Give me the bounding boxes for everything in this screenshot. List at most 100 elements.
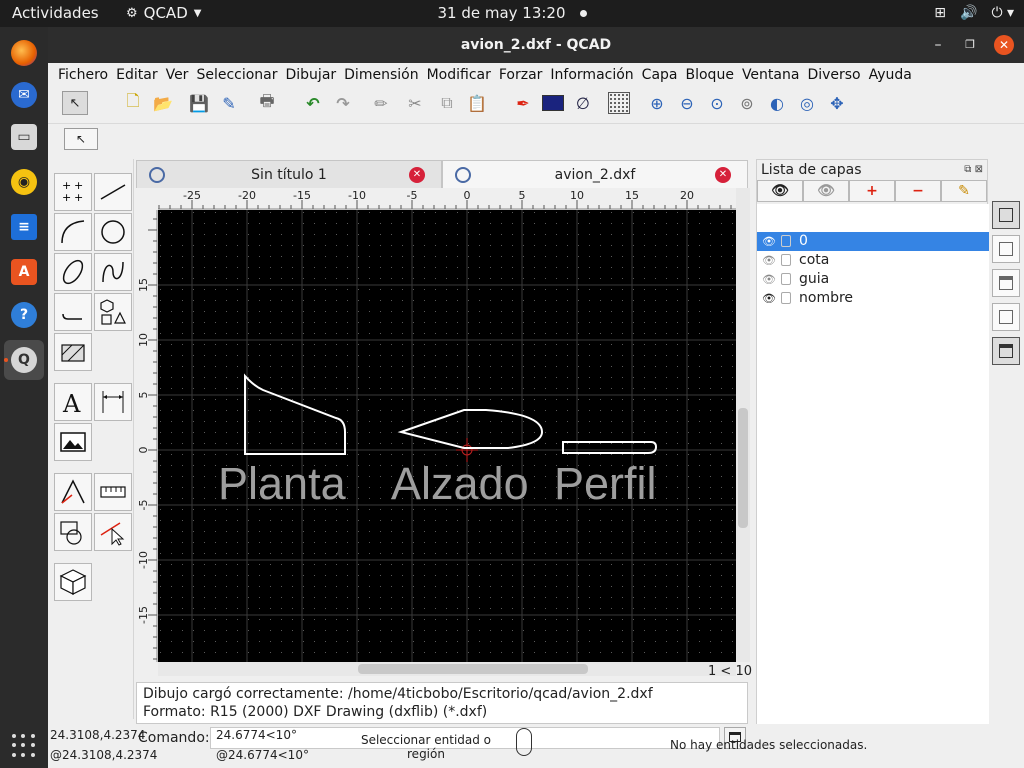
menu-seleccionar[interactable]: Seleccionar xyxy=(194,63,283,87)
menu-ayuda[interactable]: Ayuda xyxy=(867,63,918,87)
hatch-tool-button[interactable] xyxy=(54,333,92,371)
eye-icon[interactable]: 👁 xyxy=(761,232,777,251)
float-icon[interactable]: ⧉ xyxy=(964,164,971,175)
measure-tool-button[interactable] xyxy=(54,473,92,511)
zoom-auto-button[interactable]: ⊙ xyxy=(704,91,730,115)
new-file-button[interactable]: 🗋 xyxy=(120,91,146,115)
ellipse-tool-button[interactable] xyxy=(54,253,92,291)
menu-modificar[interactable]: Modificar xyxy=(425,63,497,87)
drawing-area[interactable]: Planta Alzado Perfil xyxy=(158,210,736,662)
polyline-tool-button[interactable] xyxy=(54,293,92,331)
print-button[interactable]: 🖶 xyxy=(254,91,280,115)
menu-editar[interactable]: Editar xyxy=(114,63,163,87)
dock-qcad[interactable]: Q xyxy=(4,340,44,380)
library-toggle-button[interactable] xyxy=(992,269,1020,297)
copy-button[interactable]: ⧉ xyxy=(434,91,460,115)
activities-button[interactable]: Actividades xyxy=(12,0,99,27)
line-type-button[interactable]: ∅ xyxy=(570,91,596,115)
menu-dimension[interactable]: Dimensión xyxy=(342,63,424,87)
command-toggle-button[interactable] xyxy=(992,337,1020,365)
system-tray[interactable]: ⊞ 🔊 ⏻ ▾ xyxy=(934,0,1014,27)
select-pointer-button[interactable]: ↖ xyxy=(62,91,88,115)
eye-icon[interactable]: 👁 xyxy=(761,289,777,308)
unlock-icon[interactable] xyxy=(781,292,791,304)
layer-row-nombre[interactable]: 👁 nombre xyxy=(757,289,989,308)
unlock-icon[interactable] xyxy=(781,273,791,285)
hide-all-layers-button[interactable]: 👁 xyxy=(803,180,849,202)
dock-thunderbird[interactable]: ✉ xyxy=(4,75,44,115)
close-tab-icon[interactable]: ✕ xyxy=(409,167,425,183)
open-file-button[interactable]: 📂 xyxy=(150,91,176,115)
block-tool-button[interactable] xyxy=(54,563,92,601)
properties-toggle-button[interactable] xyxy=(992,303,1020,331)
minimize-button[interactable]: – xyxy=(928,35,948,55)
arc-tool-button[interactable] xyxy=(54,213,92,251)
eye-icon[interactable]: 👁 xyxy=(761,270,777,289)
menu-informacion[interactable]: Información xyxy=(548,63,639,87)
close-tab-icon[interactable]: ✕ xyxy=(715,167,731,183)
modify-tool-button[interactable] xyxy=(54,513,92,551)
tab-avion-2[interactable]: avion_2.dxf ✕ xyxy=(442,160,748,188)
edit-layer-button[interactable]: ✎ xyxy=(941,180,987,202)
save-as-button[interactable]: ✎ xyxy=(216,91,242,115)
dock-help[interactable]: ? xyxy=(4,295,44,335)
menu-ver[interactable]: Ver xyxy=(164,63,195,87)
unlock-icon[interactable] xyxy=(781,235,791,247)
show-applications-icon[interactable] xyxy=(12,734,36,758)
circle-tool-button[interactable] xyxy=(94,213,132,251)
zoom-pan-button[interactable]: ✥ xyxy=(824,91,850,115)
zoom-window-button[interactable]: ⊚ xyxy=(734,91,760,115)
close-button[interactable]: ✕ xyxy=(994,35,1014,55)
window-titlebar[interactable]: avion_2.dxf - QCAD – ❐ ✕ xyxy=(48,27,1024,63)
save-button[interactable]: 💾 xyxy=(186,91,212,115)
unlock-icon[interactable] xyxy=(781,254,791,266)
scroll-thumb[interactable] xyxy=(738,408,748,528)
horizontal-scrollbar[interactable] xyxy=(158,662,736,676)
text-tool-button[interactable]: A xyxy=(54,383,92,421)
menu-forzar[interactable]: Forzar xyxy=(497,63,549,87)
dock-writer[interactable]: ≡ xyxy=(4,207,44,247)
vertical-scrollbar[interactable] xyxy=(736,188,750,662)
shapes-tool-button[interactable] xyxy=(94,293,132,331)
menu-diverso[interactable]: Diverso xyxy=(805,63,866,87)
menu-dibujar[interactable]: Dibujar xyxy=(284,63,343,87)
menu-ventana[interactable]: Ventana xyxy=(740,63,806,87)
maximize-button[interactable]: ❐ xyxy=(960,35,980,55)
select-tool-button[interactable] xyxy=(94,513,132,551)
zoom-redraw-button[interactable]: ◎ xyxy=(794,91,820,115)
show-all-layers-button[interactable]: 👁 xyxy=(757,180,803,202)
ruler-tool-button[interactable] xyxy=(94,473,132,511)
menu-capa[interactable]: Capa xyxy=(640,63,684,87)
options-pointer-button[interactable]: ↖ xyxy=(64,128,98,150)
points-tool-button[interactable]: + + + + xyxy=(54,173,92,211)
zoom-in-button[interactable]: ⊕ xyxy=(644,91,670,115)
cut-button[interactable]: ✂ xyxy=(402,91,428,115)
menu-bloque[interactable]: Bloque xyxy=(684,63,740,87)
line-color-button[interactable] xyxy=(540,91,566,115)
zoom-out-button[interactable]: ⊖ xyxy=(674,91,700,115)
layer-row-0[interactable]: 👁 0 xyxy=(757,232,989,251)
remove-layer-button[interactable]: − xyxy=(895,180,941,202)
undo-button[interactable]: ↶ xyxy=(300,91,326,115)
layer-row-guia[interactable]: 👁 guia xyxy=(757,270,989,289)
pencil-button[interactable]: ✏ xyxy=(368,91,394,115)
line-tool-button[interactable] xyxy=(94,173,132,211)
redo-button[interactable]: ↷ xyxy=(330,91,356,115)
eye-icon[interactable]: 👁 xyxy=(761,251,777,270)
block-list-toggle-button[interactable] xyxy=(992,235,1020,263)
menu-fichero[interactable]: Fichero xyxy=(56,63,114,87)
zoom-previous-button[interactable]: ◐ xyxy=(764,91,790,115)
tab-sin-titulo[interactable]: Sin título 1 ✕ xyxy=(136,160,442,188)
layer-row-cota[interactable]: 👁 cota xyxy=(757,251,989,270)
dock-firefox[interactable] xyxy=(4,33,44,73)
image-tool-button[interactable] xyxy=(54,423,92,461)
layer-list-toggle-button[interactable] xyxy=(992,201,1020,229)
dock-rhythmbox[interactable]: ◉ xyxy=(4,162,44,202)
add-layer-button[interactable]: + xyxy=(849,180,895,202)
scroll-thumb[interactable] xyxy=(358,664,588,674)
app-menu[interactable]: ⚙ QCAD ▼ xyxy=(126,0,201,27)
close-panel-icon[interactable]: ⊠ xyxy=(975,164,983,175)
dock-software[interactable]: A xyxy=(4,252,44,292)
grid-button[interactable] xyxy=(606,91,632,115)
dock-files[interactable]: ▭ xyxy=(4,117,44,157)
